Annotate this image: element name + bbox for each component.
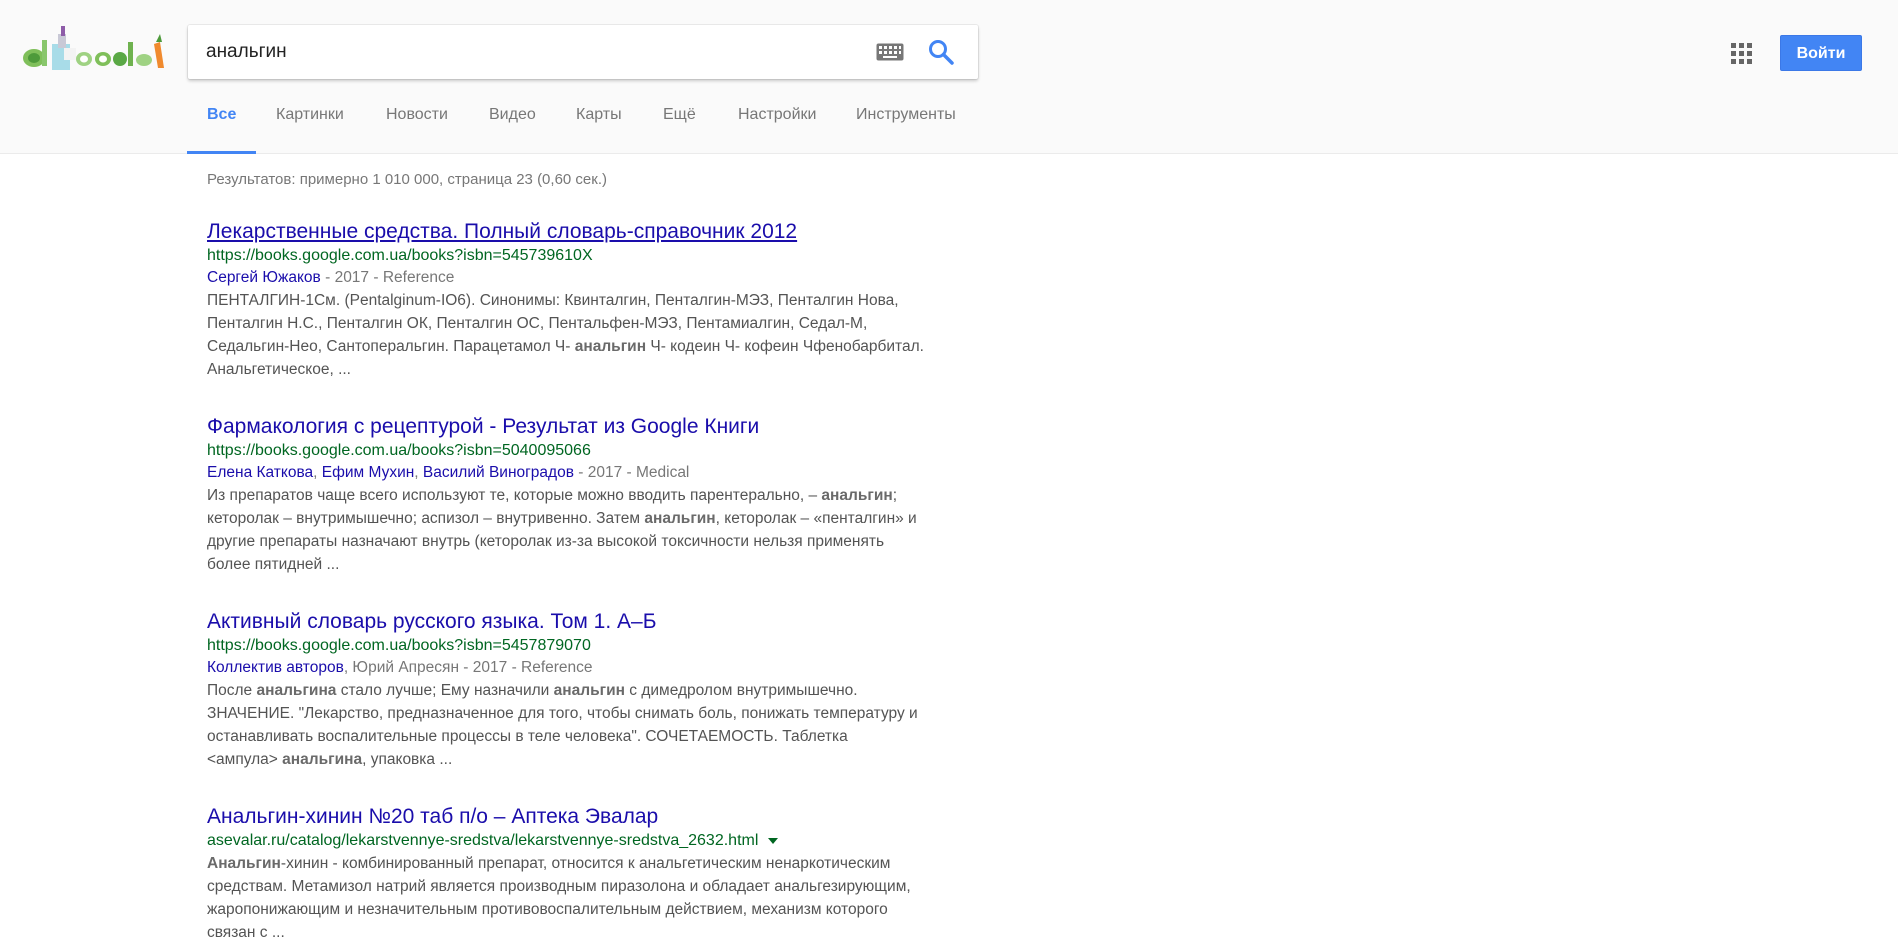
result-meta: Сергей Южаков - 2017 - Reference (207, 267, 967, 289)
snippet-text: с димедролом внутримышечно. (624, 682, 858, 699)
snippet-text: , упаковка ... (362, 751, 453, 768)
snippet-text: , кеторолак – «пенталгин» и (715, 510, 917, 527)
snippet-line: Пенталгин Н.С., Пенталгин ОК, Пенталгин … (207, 312, 967, 335)
result-title-link[interactable]: Лекарственные средства. Полный словарь-с… (207, 219, 967, 245)
snippet-text: -хинин - комбинированный препарат, относ… (280, 855, 891, 872)
result-snippet: После анальгина стало лучше; Ему назначи… (207, 679, 967, 771)
author-separator: , (313, 464, 322, 481)
tab-0[interactable]: Все (186, 106, 257, 154)
snippet-highlight: анальгина (282, 751, 363, 768)
tab-2[interactable]: Новости (386, 106, 448, 153)
result-url-row: asevalar.ru/catalog/lekarstvennye-sredst… (207, 830, 967, 852)
snippet-line: кеторолак – внутримышечно; аспизол – вну… (207, 507, 967, 530)
author-link[interactable]: Ефим Мухин (322, 464, 415, 481)
snippet-text: Ч- кодеин Ч- кофеин Чфенобарбитал. (646, 338, 924, 355)
snippet-line: Анальгин-хинин - комбинированный препара… (207, 852, 967, 875)
author-link[interactable]: Коллектив авторов (207, 659, 344, 676)
keyboard-icon[interactable] (876, 43, 904, 61)
author-link[interactable]: Василий Виноградов (423, 464, 574, 481)
snippet-text: стало лучше; Ему назначили (336, 682, 554, 699)
apps-grid-icon[interactable] (1731, 43, 1753, 65)
doodle-logo-shapes (23, 26, 164, 70)
snippet-line: ЗНАЧЕНИЕ. "Лекарство, предназначенное дл… (207, 702, 967, 725)
result-snippet: Анальгин-хинин - комбинированный препара… (207, 852, 967, 944)
tab-3[interactable]: Видео (489, 106, 536, 153)
snippet-text: Седальгин-Нео, Сантоперальгин. Парацетам… (207, 338, 575, 355)
result-title-link[interactable]: Анальгин-хинин №20 таб п/о – Аптека Эвал… (207, 804, 967, 830)
caret-down-icon[interactable] (768, 837, 779, 844)
doodle-logo[interactable] (14, 22, 166, 76)
result-meta: Елена Каткова, Ефим Мухин, Василий Виног… (207, 462, 967, 484)
result-url: https://books.google.com.ua/books?isbn=5… (207, 247, 593, 264)
author-link[interactable]: Елена Каткова (207, 464, 313, 481)
result-url: https://books.google.com.ua/books?isbn=5… (207, 442, 591, 459)
tab-5[interactable]: Ещё (663, 106, 696, 153)
snippet-line: <ампула> анальгина, упаковка ... (207, 748, 967, 771)
snippet-text: Пенталгин Н.С., Пенталгин ОК, Пенталгин … (207, 315, 868, 332)
result-url-row: https://books.google.com.ua/books?isbn=5… (207, 440, 967, 462)
snippet-text: связан с ... (207, 924, 285, 941)
snippet-text: другие препараты назначают внутрь (кетор… (207, 533, 885, 550)
result-meta-tail: , Юрий Апресян - 2017 - Reference (343, 659, 593, 676)
snippet-line: другие препараты назначают внутрь (кетор… (207, 530, 967, 553)
tab-1[interactable]: Картинки (276, 106, 344, 153)
result-meta-tail: - 2017 - Reference (320, 269, 455, 286)
snippet-line: Из препаратов чаще всего используют те, … (207, 484, 967, 507)
author-separator: , (414, 464, 423, 481)
tab-6[interactable]: Настройки (738, 106, 816, 153)
snippet-highlight: анальгина (256, 682, 337, 699)
signin-button[interactable]: Войти (1780, 35, 1862, 71)
result-url: https://books.google.com.ua/books?isbn=5… (207, 637, 591, 654)
result-title-link[interactable]: Активный словарь русского языка. Том 1. … (207, 609, 967, 635)
search-result: Активный словарь русского языка. Том 1. … (207, 609, 967, 771)
result-snippet: ПЕНТАЛГИН-1См. (Pentalginum-IO6). Синони… (207, 289, 967, 381)
snippet-highlight: анальгин (553, 682, 625, 699)
search-result: Фармакология с рецептурой - Результат из… (207, 414, 967, 576)
snippet-text: жаропонижающим и незначительным противов… (207, 901, 888, 918)
snippet-text: <ампула> (207, 751, 283, 768)
snippet-text: Из препаратов чаще всего используют те, … (207, 487, 822, 504)
search-result: Анальгин-хинин №20 таб п/о – Аптека Эвал… (207, 804, 967, 944)
snippet-highlight: анальгин (574, 338, 647, 355)
tab-7[interactable]: Инструменты (856, 106, 956, 153)
result-url-row: https://books.google.com.ua/books?isbn=5… (207, 245, 967, 267)
result-meta: Коллектив авторов, Юрий Апресян - 2017 -… (207, 657, 967, 679)
result-snippet: Из препаратов чаще всего используют те, … (207, 484, 967, 576)
search-icon[interactable] (928, 39, 954, 65)
result-url-row: https://books.google.com.ua/books?isbn=5… (207, 635, 967, 657)
result-url: asevalar.ru/catalog/lekarstvennye-sredst… (207, 832, 759, 849)
search-result: Лекарственные средства. Полный словарь-с… (207, 219, 967, 381)
snippet-highlight: Анальгин (207, 855, 281, 872)
tab-4[interactable]: Карты (576, 106, 622, 153)
snippet-line: ПЕНТАЛГИН-1См. (Pentalginum-IO6). Синони… (207, 289, 967, 312)
snippet-text: средствам. Метамизол натрий является про… (207, 878, 911, 895)
results-stats: Результатов: примерно 1 010 000, страниц… (207, 171, 607, 188)
snippet-highlight: анальгин (644, 510, 716, 527)
snippet-line: более пятидней ... (207, 553, 967, 576)
search-input[interactable] (206, 25, 856, 79)
snippet-line: останавливать воспалительные процессы в … (207, 725, 967, 748)
snippet-line: средствам. Метамизол натрий является про… (207, 875, 967, 898)
snippet-line: Анальгетическое, ... (207, 358, 967, 381)
snippet-text: После (207, 682, 257, 699)
header: Войти Все Картинки Новости Видео Карты Ещё Нас… (0, 0, 1898, 154)
snippet-highlight: анальгин (821, 487, 893, 504)
snippet-line: Седальгин-Нео, Сантоперальгин. Парацетам… (207, 335, 967, 358)
result-meta-tail: - 2017 - Medical (573, 464, 690, 481)
snippet-text: ПЕНТАЛГИН-1См. (Pentalginum-IO6). Синони… (207, 292, 899, 309)
snippet-line: После анальгина стало лучше; Ему назначи… (207, 679, 967, 702)
snippet-text: Анальгетическое, ... (207, 361, 351, 378)
author-link[interactable]: Сергей Южаков (207, 269, 321, 286)
snippet-text: ЗНАЧЕНИЕ. "Лекарство, предназначенное дл… (207, 705, 918, 722)
search-box[interactable] (188, 25, 978, 79)
snippet-line: жаропонижающим и незначительным противов… (207, 898, 967, 921)
snippet-text: кеторолак – внутримышечно; аспизол – вну… (207, 510, 645, 527)
snippet-text: останавливать воспалительные процессы в … (207, 728, 848, 745)
snippet-text: более пятидней ... (207, 556, 340, 573)
snippet-text: ; (892, 487, 898, 504)
result-title-link[interactable]: Фармакология с рецептурой - Результат из… (207, 414, 967, 440)
